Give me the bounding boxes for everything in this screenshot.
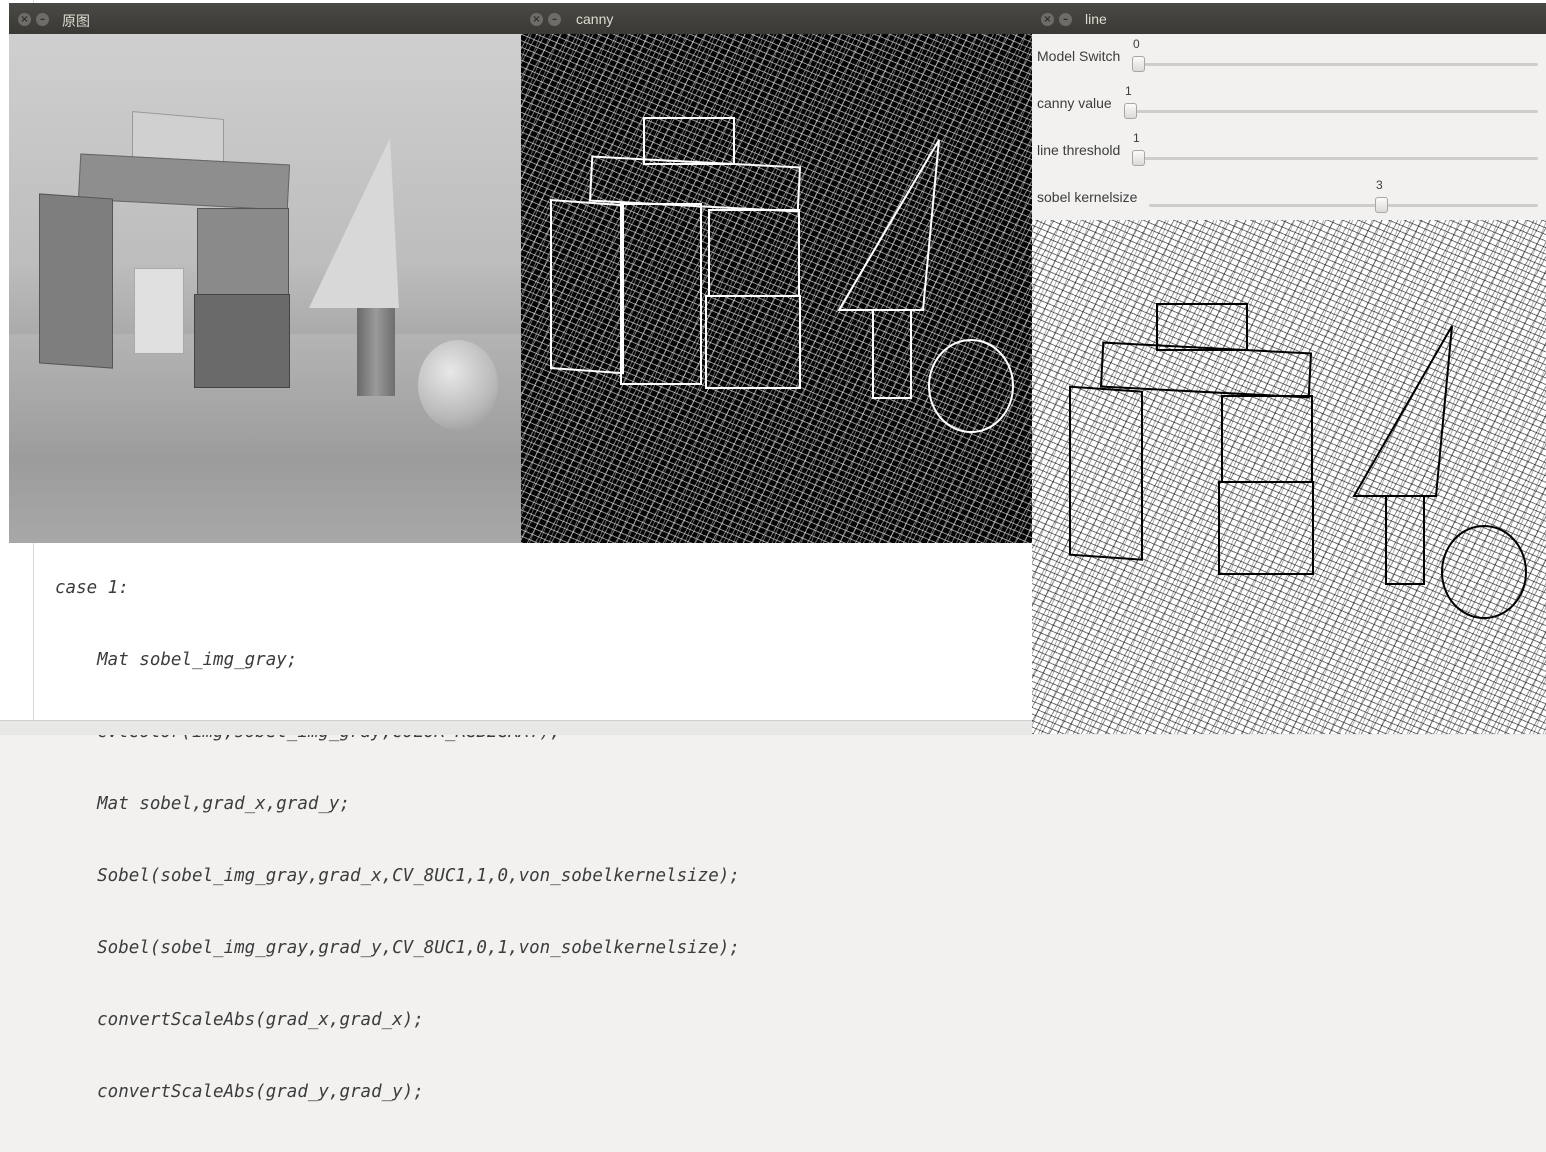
window-titlebar[interactable]: × – 原图 [9,3,521,34]
canny-window[interactable]: × – canny [521,3,1032,543]
canny-image [521,34,1032,543]
code-line: Sobel(sobel_img_gray,grad_y,CV_8UC1,0,1,… [55,938,740,958]
trackbar-label: line threshold [1037,142,1121,158]
window-titlebar[interactable]: × – canny [521,3,1032,34]
slider-track[interactable] [1132,63,1538,66]
line-image [1032,220,1546,734]
close-icon[interactable]: × [18,13,31,26]
slider-thumb[interactable] [1124,103,1137,119]
slider-track[interactable] [1132,157,1538,160]
trackbar-model-switch[interactable]: Model Switch 0 [1032,34,1546,81]
line-edges [1069,303,1527,619]
line-window[interactable]: × – line Model Switch 0 canny value 1 li… [1032,3,1546,734]
close-icon[interactable]: × [530,13,543,26]
minimize-icon[interactable]: – [548,13,561,26]
trackbar-value: 0 [1133,37,1140,51]
code-line: case 1: [55,578,129,598]
trackbar-label: canny value [1037,95,1112,111]
slider-thumb[interactable] [1132,150,1145,166]
code-line: Mat sobel_img_gray; [55,650,298,670]
trackbar-value: 1 [1125,84,1132,98]
slider-track[interactable] [1124,110,1538,113]
block-right-upper [197,208,289,296]
block-left-pillar [39,193,113,369]
minimize-icon[interactable]: – [36,13,49,26]
minimize-icon[interactable]: – [1059,13,1072,26]
trackbar-value: 1 [1133,131,1140,145]
code-line: Mat sobel,grad_x,grad_y; [55,794,351,814]
cone [308,138,436,308]
canny-edges [550,117,1014,433]
window-titlebar[interactable]: × – line [1032,3,1546,34]
code-line: convertScaleAbs(grad_y,grad_y); [55,1082,424,1102]
window-title: line [1085,11,1107,27]
slider-thumb[interactable] [1375,197,1388,213]
slider-thumb[interactable] [1132,56,1145,72]
close-icon[interactable]: × [1041,13,1054,26]
cylinder-post [357,308,395,396]
trackbar-line-threshold[interactable]: line threshold 1 [1032,128,1546,175]
code-line: convertScaleAbs(grad_x,grad_x); [55,1010,424,1030]
window-title: canny [576,11,614,27]
trackbar-panel: Model Switch 0 canny value 1 line thresh… [1032,34,1546,220]
original-image-window[interactable]: × – 原图 [9,3,521,543]
trackbar-value: 3 [1376,178,1383,192]
window-title: 原图 [62,13,90,29]
trackbar-label: Model Switch [1037,48,1121,64]
trackbar-sobel-kernelsize[interactable]: sobel kernelsize 3 [1032,175,1546,222]
trackbar-canny-value[interactable]: canny value 1 [1032,81,1546,128]
code-line: Sobel(sobel_img_gray,grad_x,CV_8UC1,1,0,… [55,866,740,886]
slider-track[interactable] [1149,204,1538,207]
sphere [418,340,498,430]
small-cylinder [134,268,184,354]
block-right-lower [194,294,290,388]
original-image [9,34,521,543]
trackbar-label: sobel kernelsize [1037,189,1138,205]
code-area[interactable]: case 1: Mat sobel_img_gray; cvtColor(img… [55,528,740,1152]
